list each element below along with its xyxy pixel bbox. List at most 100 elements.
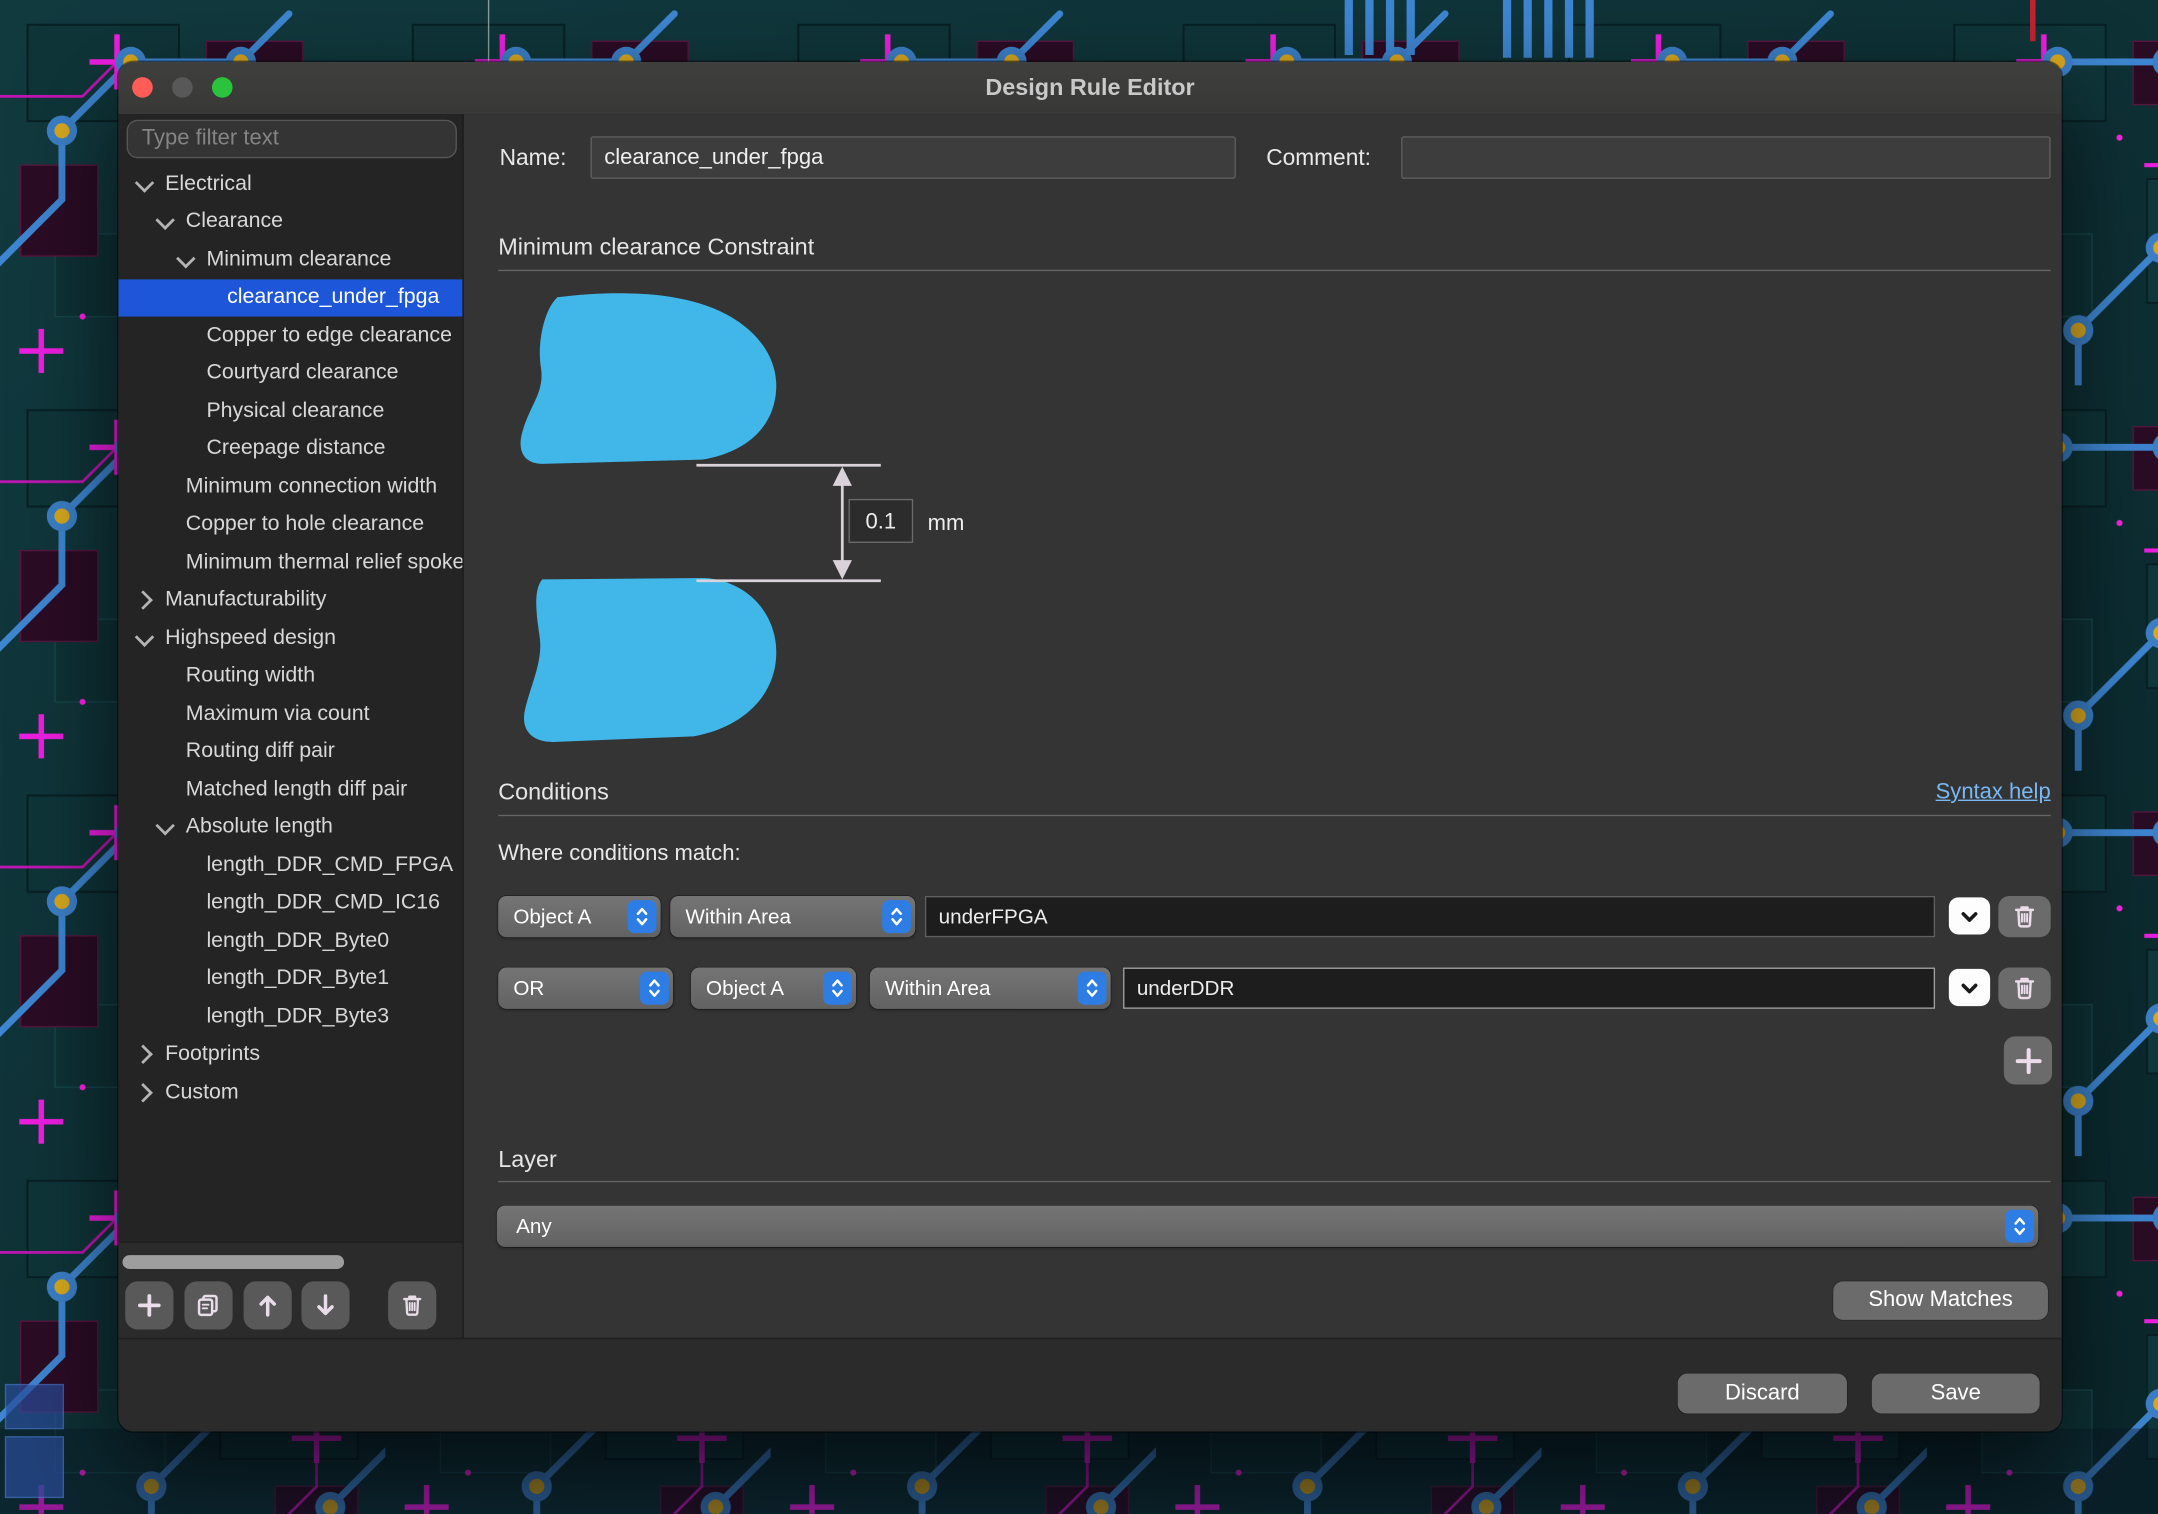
tree-item-highspeed-design[interactable]: Highspeed design bbox=[118, 619, 462, 657]
rule-name-input[interactable] bbox=[590, 136, 1235, 179]
clearance-diagram: 0.1 mm bbox=[512, 286, 1063, 754]
indent-spacer bbox=[175, 854, 197, 876]
condition2-combinator-select[interactable]: OR bbox=[498, 968, 673, 1009]
tree-item-label: length_DDR_CMD_IC16 bbox=[206, 891, 440, 916]
chevron-down-icon[interactable] bbox=[154, 816, 176, 838]
chevron-down-icon[interactable] bbox=[134, 627, 156, 649]
tree-item-minimum-clearance[interactable]: Minimum clearance bbox=[118, 241, 462, 279]
tree-item-copper-to-edge-clearance[interactable]: Copper to edge clearance bbox=[118, 317, 462, 355]
duplicate-rule-button[interactable] bbox=[184, 1281, 232, 1329]
condition2-predicate-select[interactable]: Within Area bbox=[870, 968, 1111, 1009]
tree-item-length-ddr-byte1[interactable]: length_DDR_Byte1 bbox=[118, 960, 462, 998]
tree-item-label: Routing width bbox=[186, 664, 315, 689]
layer-select[interactable]: Any bbox=[497, 1206, 2038, 1247]
move-rule-up-button[interactable] bbox=[244, 1281, 292, 1329]
constraint-section-title: Minimum clearance Constraint bbox=[498, 234, 814, 262]
tree-item-minimum-thermal-relief[interactable]: Minimum thermal relief spoke count bbox=[118, 544, 462, 582]
condition2-delete-button[interactable] bbox=[1998, 968, 2050, 1009]
tree-item-length-ddr-byte0[interactable]: length_DDR_Byte0 bbox=[118, 922, 462, 960]
condition1-value-input[interactable] bbox=[925, 896, 1935, 937]
tree-item-courtyard-clearance[interactable]: Courtyard clearance bbox=[118, 354, 462, 392]
tree-item-clearance-under-fpga[interactable]: clearance_under_fpga bbox=[118, 279, 462, 317]
name-label: Name: bbox=[500, 146, 567, 172]
zoom-window-button[interactable] bbox=[212, 77, 233, 98]
updown-stepper-icon bbox=[640, 972, 669, 1005]
chevron-right-icon[interactable] bbox=[134, 1044, 156, 1066]
condition1-predicate-select[interactable]: Within Area bbox=[670, 896, 915, 937]
indent-spacer bbox=[175, 438, 197, 460]
chevron-down-icon bbox=[1957, 975, 1982, 1000]
tree-item-electrical[interactable]: Electrical bbox=[118, 165, 462, 203]
layer-section-title: Layer bbox=[498, 1146, 557, 1174]
updown-stepper-icon bbox=[882, 900, 911, 933]
tree-item-absolute-length[interactable]: Absolute length bbox=[118, 809, 462, 847]
where-conditions-label: Where conditions match: bbox=[498, 842, 740, 867]
tree-filter-input[interactable] bbox=[127, 120, 457, 159]
tree-item-routing-diff-pair[interactable]: Routing diff pair bbox=[118, 733, 462, 771]
tree-item-label: length_DDR_Byte1 bbox=[206, 967, 389, 992]
tree-item-clearance[interactable]: Clearance bbox=[118, 203, 462, 241]
indent-spacer bbox=[175, 362, 197, 384]
add-rule-button[interactable] bbox=[125, 1281, 173, 1329]
tree-item-maximum-via-count[interactable]: Maximum via count bbox=[118, 695, 462, 733]
rule-tree-sidebar: Electrical Clearance Minimum clearance c… bbox=[118, 114, 463, 1338]
add-condition-button[interactable] bbox=[2004, 1036, 2052, 1084]
minimize-window-button[interactable] bbox=[172, 77, 193, 98]
condition1-object-select[interactable]: Object A bbox=[498, 896, 660, 937]
tree-item-label: Matched length diff pair bbox=[186, 777, 407, 802]
tree-item-length-ddr-byte3[interactable]: length_DDR_Byte3 bbox=[118, 998, 462, 1036]
condition2-combinator-value: OR bbox=[513, 976, 629, 999]
tree-item-label: Minimum clearance bbox=[206, 247, 391, 272]
condition2-object-select[interactable]: Object A bbox=[691, 968, 856, 1009]
section-divider bbox=[498, 270, 2050, 271]
conditions-section-title: Conditions bbox=[498, 779, 609, 807]
chevron-down-icon[interactable] bbox=[154, 211, 176, 233]
tree-item-minimum-connection-width[interactable]: Minimum connection width bbox=[118, 468, 462, 506]
delete-rule-button[interactable] bbox=[388, 1281, 436, 1329]
tree-item-physical-clearance[interactable]: Physical clearance bbox=[118, 392, 462, 430]
condition2-object-value: Object A bbox=[706, 976, 812, 999]
trash-icon bbox=[2011, 903, 2039, 931]
move-up-icon bbox=[255, 1292, 281, 1318]
move-rule-down-button[interactable] bbox=[301, 1281, 349, 1329]
tree-item-label: length_DDR_Byte3 bbox=[206, 1004, 389, 1029]
tree-item-label: Copper to hole clearance bbox=[186, 512, 424, 537]
save-button[interactable]: Save bbox=[1872, 1374, 2040, 1414]
tree-item-footprints[interactable]: Footprints bbox=[118, 1036, 462, 1074]
condition1-expand-button[interactable] bbox=[1949, 897, 1990, 934]
tree-item-creepage-distance[interactable]: Creepage distance bbox=[118, 430, 462, 468]
chevron-right-icon[interactable] bbox=[134, 1081, 156, 1103]
chevron-down-icon[interactable] bbox=[134, 173, 156, 195]
window-titlebar[interactable]: Design Rule Editor bbox=[118, 62, 2061, 116]
chevron-right-icon[interactable] bbox=[134, 589, 156, 611]
tree-item-matched-length-diff-pair[interactable]: Matched length diff pair bbox=[118, 771, 462, 809]
indent-spacer bbox=[154, 514, 176, 536]
rule-comment-input[interactable] bbox=[1401, 136, 2051, 179]
show-matches-button[interactable]: Show Matches bbox=[1833, 1281, 2048, 1320]
tree-item-manufacturability[interactable]: Manufacturability bbox=[118, 581, 462, 619]
condition1-predicate-value: Within Area bbox=[685, 905, 871, 928]
tree-item-copper-to-hole-clearance[interactable]: Copper to hole clearance bbox=[118, 506, 462, 544]
tree-item-label: Clearance bbox=[186, 210, 283, 235]
condition1-delete-button[interactable] bbox=[1998, 896, 2050, 937]
tree-item-custom[interactable]: Custom bbox=[118, 1074, 462, 1112]
syntax-help-link[interactable]: Syntax help bbox=[1936, 780, 2051, 805]
rule-editor-panel: Name: Comment: Minimum clearance Constra… bbox=[464, 114, 2062, 1338]
chevron-down-icon[interactable] bbox=[175, 249, 197, 271]
tree-item-length-ddr-cmd-ic1[interactable]: length_DDR_CMD_IC16 bbox=[118, 884, 462, 922]
tree-item-length-ddr-cmd-fpga[interactable]: length_DDR_CMD_FPGA bbox=[118, 846, 462, 884]
tree-item-label: length_DDR_CMD_FPGA bbox=[206, 853, 453, 878]
tree-item-label: Minimum connection width bbox=[186, 474, 437, 499]
tree-item-label: Absolute length bbox=[186, 815, 333, 840]
condition2-expand-button[interactable] bbox=[1949, 969, 1990, 1006]
sidebar-horizontal-scrollbar[interactable] bbox=[122, 1255, 344, 1269]
screen: Design Rule Editor Electrical Clearance … bbox=[0, 0, 2158, 1514]
tree-item-label: Copper to edge clearance bbox=[206, 323, 451, 348]
tree-item-label: clearance_under_fpga bbox=[227, 285, 439, 310]
indent-spacer bbox=[154, 779, 176, 801]
clearance-unit: mm bbox=[928, 510, 965, 535]
close-window-button[interactable] bbox=[132, 77, 153, 98]
condition2-value-input[interactable] bbox=[1123, 968, 1935, 1009]
discard-button[interactable]: Discard bbox=[1678, 1374, 1847, 1414]
tree-item-routing-width[interactable]: Routing width bbox=[118, 657, 462, 695]
